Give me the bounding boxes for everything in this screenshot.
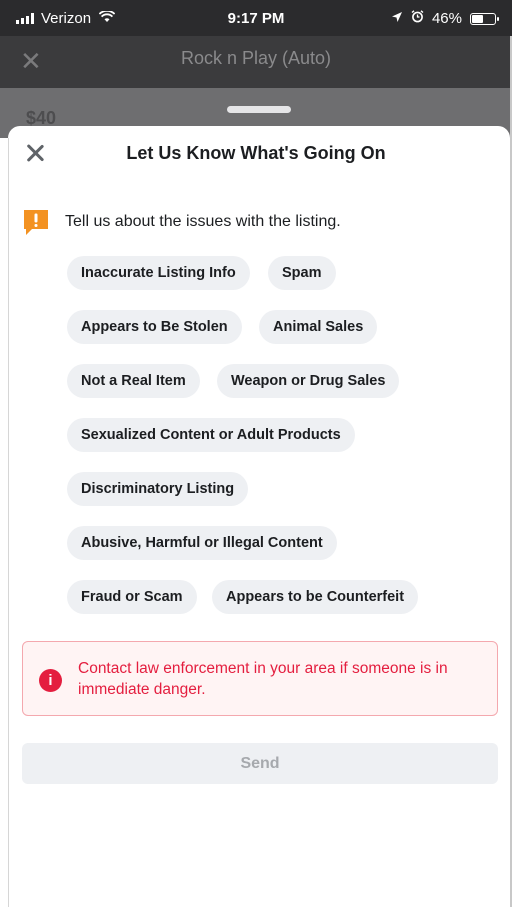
issue-chip-spam[interactable]: Spam (268, 256, 336, 290)
sheet-prompt: Tell us about the issues with the listin… (65, 213, 341, 230)
background-title: Rock n Play (Auto) (180, 48, 332, 68)
battery-icon (470, 12, 499, 25)
alarm-icon (411, 10, 424, 27)
issue-chip-weapon-or-drug-sales[interactable]: Weapon or Drug Sales (217, 364, 400, 398)
location-icon (391, 10, 403, 27)
alert-message: Contact law enforcement in your area if … (78, 660, 448, 698)
status-right: 46% (391, 10, 499, 27)
issue-chip-abusive-harmful-illegal[interactable]: Abusive, Harmful or Illegal Content (67, 526, 337, 560)
report-sheet (8, 126, 510, 907)
battery-fill (472, 14, 484, 23)
info-alert-icon: i (39, 669, 62, 692)
issue-chip-appears-to-be-stolen[interactable]: Appears to Be Stolen (67, 310, 242, 344)
danger-alert: i Contact law enforcement in your area i… (22, 641, 498, 716)
issue-chip-appears-to-be-counterfeit[interactable]: Appears to be Counterfeit (212, 580, 419, 614)
issue-chip-animal-sales[interactable]: Animal Sales (259, 310, 378, 344)
warning-flag-icon (23, 209, 49, 237)
status-bar: Verizon 9:17 PM 46% (0, 0, 512, 36)
sheet-left-edge (8, 138, 9, 907)
issue-chip-discriminatory-listing[interactable]: Discriminatory Listing (67, 472, 249, 506)
issue-chip-inaccurate-listing-info[interactable]: Inaccurate Listing Info (67, 256, 250, 290)
battery-percent: 46% (431, 10, 462, 27)
issue-chip-fraud-or-scam[interactable]: Fraud or Scam (67, 580, 197, 614)
send-button[interactable]: Send (22, 743, 498, 784)
issue-chip-sexualized-content[interactable]: Sexualized Content or Adult Products (67, 418, 355, 452)
sheet-title: Let Us Know What's Going On (126, 143, 386, 163)
issue-chip-not-a-real-item[interactable]: Not a Real Item (67, 364, 200, 398)
sheet-drag-handle[interactable] (227, 106, 291, 113)
